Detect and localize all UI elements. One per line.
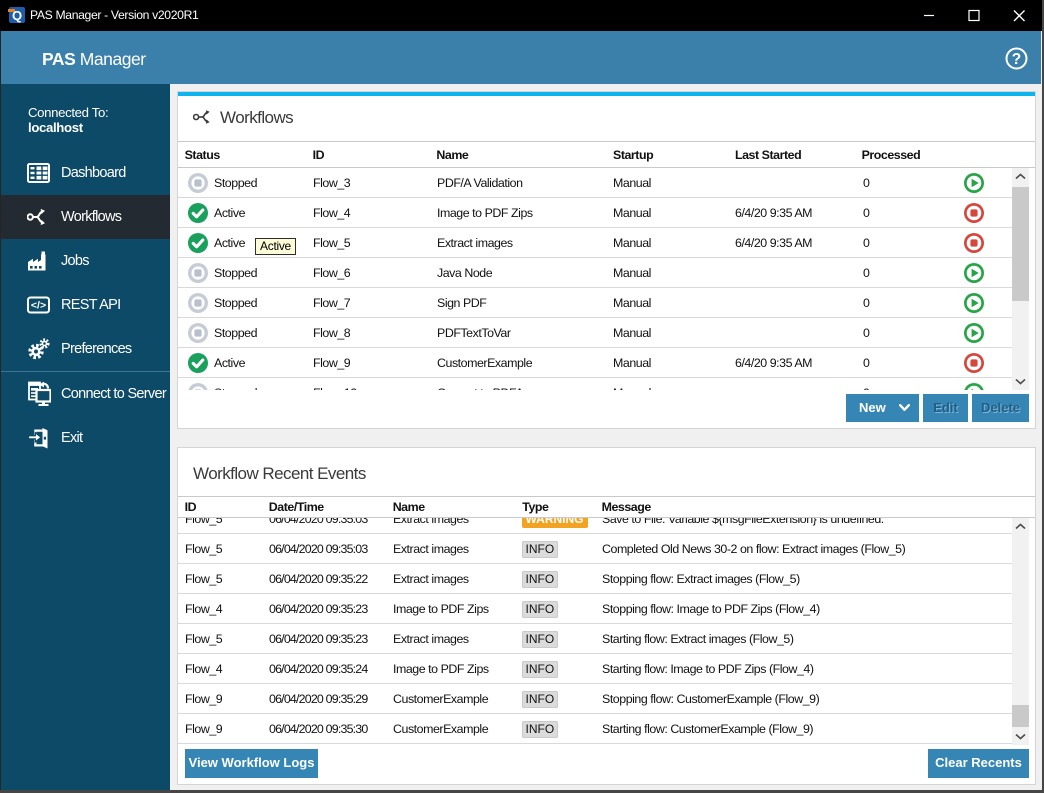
svg-text:</>: </> — [31, 299, 46, 311]
svg-text:?: ? — [1012, 51, 1021, 68]
